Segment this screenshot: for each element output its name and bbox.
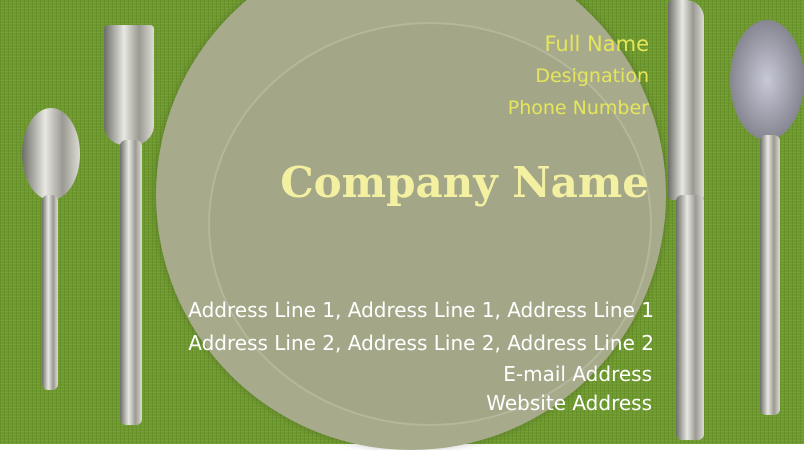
designation: Designation [535, 65, 649, 87]
full-name: Full Name [544, 32, 649, 56]
address-line-1: Address Line 1, Address Line 1, Address … [188, 298, 654, 322]
phone-number: Phone Number [507, 97, 649, 119]
address-line-2: Address Line 2, Address Line 2, Address … [188, 331, 654, 355]
company-name: Company Name [280, 158, 649, 207]
website-address: Website Address [486, 391, 652, 415]
email-address: E-mail Address [503, 362, 652, 386]
